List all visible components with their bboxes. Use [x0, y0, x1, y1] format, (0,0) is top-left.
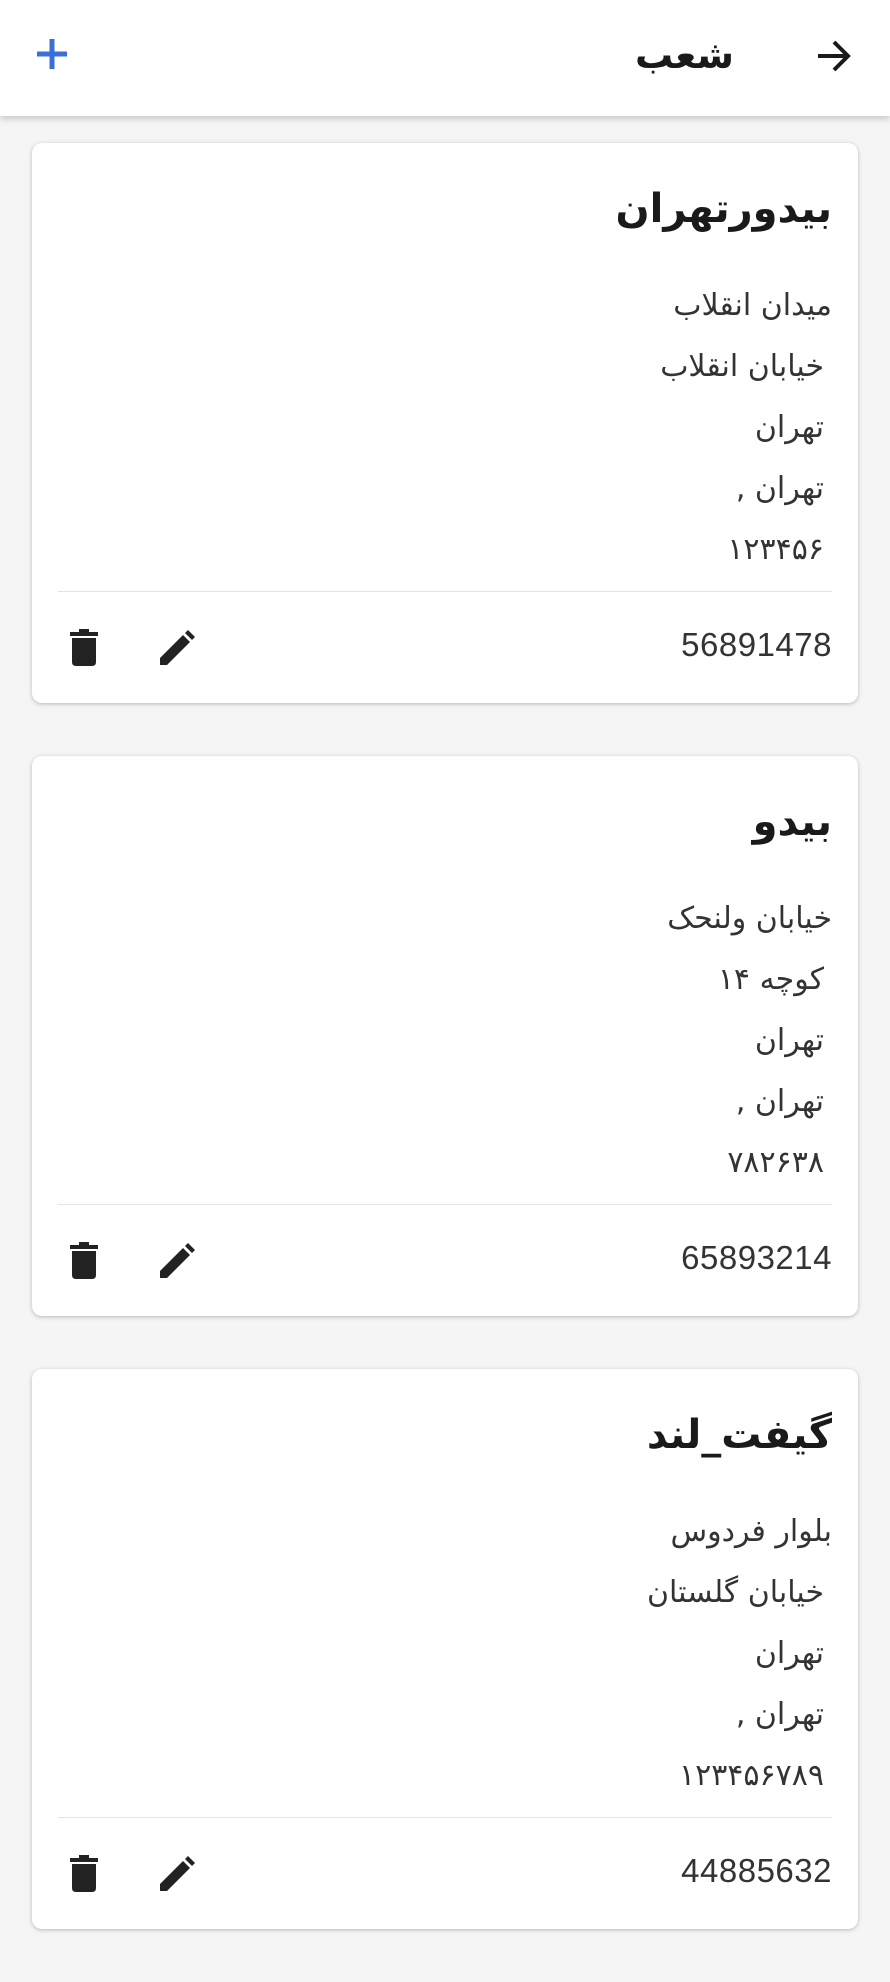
back-button[interactable] — [812, 34, 856, 78]
postal-code: ۱۲۳۴۵۶ — [727, 532, 824, 567]
delete-button[interactable] — [62, 1238, 106, 1282]
branch-name: بیدو — [752, 799, 832, 845]
branch-name: گیفت_لند — [646, 1412, 832, 1458]
plus-icon — [37, 39, 67, 69]
edit-button[interactable] — [154, 1851, 200, 1897]
branch-card: بیدو خیابان ولنحک کوچه ۱۴ تهران تهران , … — [32, 756, 858, 1316]
branch-address: خیابان ولنحک کوچه ۱۴ تهران تهران , ۷۸۲۶۳… — [667, 888, 832, 1193]
branch-address: بلوار فردوس خیابان گلستان تهران تهران , … — [647, 1501, 832, 1806]
address-line-1: میدان انقلاب — [673, 288, 832, 323]
trash-icon — [70, 629, 98, 666]
branch-phone: 65893214 — [681, 1239, 832, 1276]
address-province: تهران , — [735, 1697, 824, 1732]
branch-card: گیفت_لند بلوار فردوس خیابان گلستان تهران… — [32, 1369, 858, 1929]
divider — [58, 591, 832, 592]
address-line-2: خیابان انقلاب — [660, 349, 824, 384]
postal-code: ۱۲۳۴۵۶۷۸۹ — [678, 1758, 824, 1793]
branch-name: بیدورتهران — [615, 186, 832, 232]
delete-button[interactable] — [62, 1851, 106, 1895]
add-branch-button[interactable] — [28, 30, 76, 78]
divider — [58, 1817, 832, 1818]
branch-phone: 44885632 — [681, 1852, 832, 1889]
branch-address: میدان انقلاب خیابان انقلاب تهران تهران ,… — [660, 275, 832, 580]
address-line-2: خیابان گلستان — [647, 1575, 824, 1610]
arrow-right-icon — [818, 40, 851, 72]
address-city: تهران — [754, 1636, 824, 1671]
edit-button[interactable] — [154, 1238, 200, 1284]
trash-icon — [70, 1855, 98, 1892]
branch-card: بیدورتهران میدان انقلاب خیابان انقلاب ته… — [32, 143, 858, 703]
address-line-2: کوچه ۱۴ — [717, 962, 824, 997]
address-province: تهران , — [735, 471, 824, 506]
delete-button[interactable] — [62, 625, 106, 669]
branch-phone: 56891478 — [681, 626, 832, 663]
edit-button[interactable] — [154, 625, 200, 671]
trash-icon — [70, 1242, 98, 1279]
pencil-icon — [160, 1243, 195, 1278]
page-title: شعب — [634, 33, 734, 77]
address-province: تهران , — [735, 1084, 824, 1119]
address-city: تهران — [754, 1023, 824, 1058]
divider — [58, 1204, 832, 1205]
postal-code: ۷۸۲۶۳۸ — [727, 1145, 824, 1180]
pencil-icon — [160, 1856, 195, 1891]
address-city: تهران — [754, 410, 824, 445]
branch-list: بیدورتهران میدان انقلاب خیابان انقلاب ته… — [32, 143, 858, 1982]
address-line-1: خیابان ولنحک — [667, 901, 832, 936]
app-bar: شعب — [0, 0, 890, 116]
pencil-icon — [160, 630, 195, 665]
address-line-1: بلوار فردوس — [670, 1514, 833, 1549]
